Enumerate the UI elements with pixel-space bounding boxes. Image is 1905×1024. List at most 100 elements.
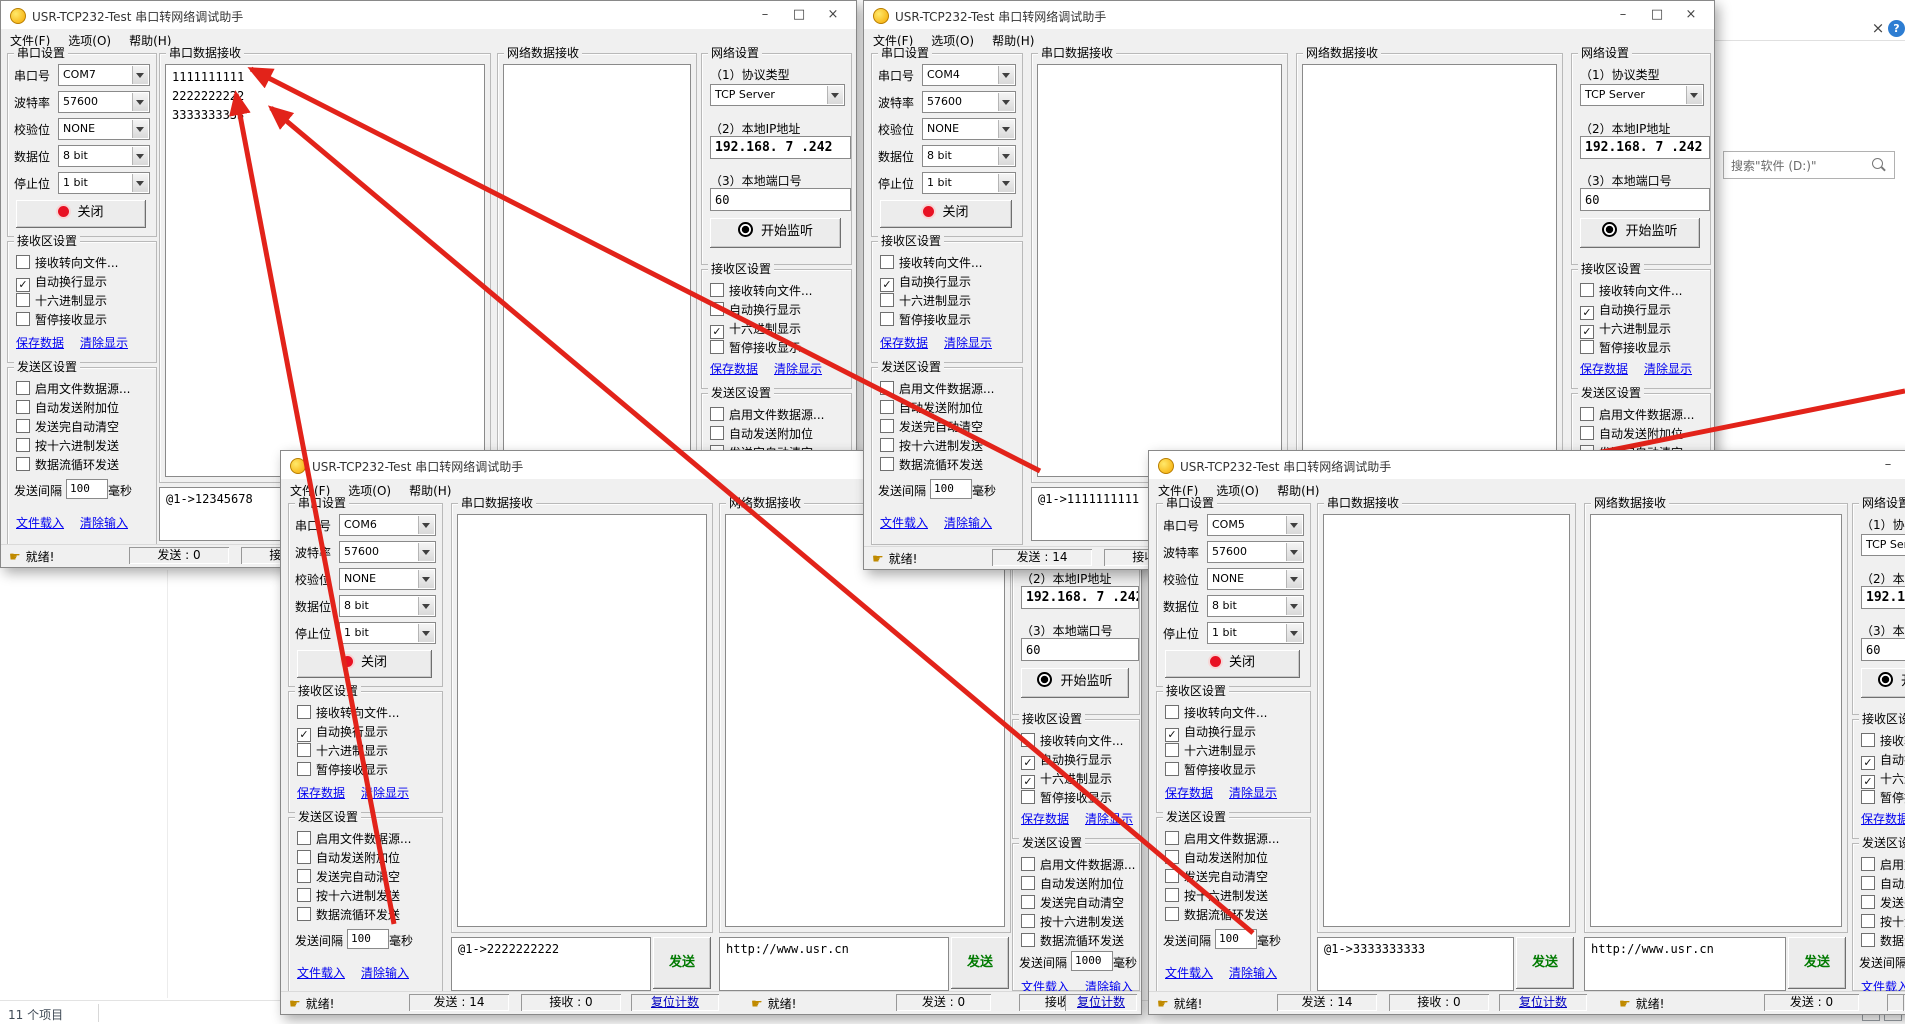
tx-option-3[interactable]: 按十六进制发送: [297, 887, 427, 903]
reset-count-link[interactable]: 复位计数: [631, 994, 719, 1011]
explorer-search-input[interactable]: 搜索"软件 (D:)": [1723, 151, 1895, 179]
rx-option-3[interactable]: 暂停接收显示: [297, 761, 427, 777]
chevron-down-icon[interactable]: [418, 570, 434, 588]
menu-options[interactable]: 选项(O): [59, 29, 120, 49]
net-rx-option-0[interactable]: 接收转向文件...: [1861, 732, 1905, 748]
chevron-down-icon[interactable]: [418, 516, 434, 534]
send-interval-input[interactable]: 100: [930, 479, 972, 499]
local-ip-input[interactable]: 192.168. 7 .242: [1861, 586, 1905, 609]
local-port-input[interactable]: 60: [710, 188, 851, 211]
tx-option-1[interactable]: 自动发送附加位: [297, 849, 427, 865]
clear-display-link[interactable]: 清除显示: [1229, 784, 1299, 799]
tx-option-1[interactable]: 自动发送附加位: [16, 399, 146, 415]
net-rx-option-3[interactable]: 暂停接收显示: [1580, 339, 1710, 355]
send-button[interactable]: 发送: [653, 937, 711, 989]
titlebar[interactable]: USR-TCP232-Test 串口转网络调试助手–□×: [864, 1, 1714, 29]
stop-bits-select[interactable]: 1 bit: [339, 622, 436, 644]
close-port-button[interactable]: 关闭: [1165, 650, 1300, 678]
network-receive-area[interactable]: [1590, 514, 1842, 927]
network-receive-area[interactable]: [1302, 64, 1557, 477]
checkbox[interactable]: [1165, 743, 1179, 757]
tx-option-3[interactable]: 按十六进制发送: [880, 437, 1010, 453]
checkbox[interactable]: ✓: [1861, 775, 1875, 789]
checkbox[interactable]: [16, 457, 30, 471]
checkbox[interactable]: [1165, 888, 1179, 902]
save-data-link[interactable]: 保存数据: [1021, 810, 1091, 825]
rx-option-1[interactable]: ✓自动换行显示: [1165, 723, 1295, 739]
save-data-link[interactable]: 保存数据: [297, 784, 367, 799]
checkbox[interactable]: [1165, 907, 1179, 921]
close-port-button[interactable]: 关闭: [880, 200, 1012, 228]
net-rx-option-1[interactable]: 自动换行显示: [710, 301, 840, 317]
tx-option-1[interactable]: 自动发送附加位: [1165, 849, 1295, 865]
net-tx-option-4[interactable]: 数据流循环发送: [1021, 932, 1142, 948]
start-listen-button[interactable]: 开始监听: [710, 218, 841, 248]
checkbox[interactable]: ✓: [1580, 325, 1594, 339]
menu-help[interactable]: 帮助(H): [983, 29, 1043, 49]
start-listen-button[interactable]: 开始监听: [1580, 218, 1700, 248]
send-button[interactable]: 发送: [1788, 937, 1846, 989]
rx-option-2[interactable]: 十六进制显示: [1165, 742, 1295, 758]
rx-option-2[interactable]: 十六进制显示: [880, 292, 1010, 308]
net-tx-option-2[interactable]: 发送完自动清空: [1021, 894, 1142, 910]
network-receive-area[interactable]: [503, 64, 691, 477]
chevron-down-icon[interactable]: [132, 93, 148, 111]
parity-select[interactable]: NONE: [58, 118, 150, 140]
start-listen-button[interactable]: 开始监听: [1861, 668, 1905, 698]
net-tx-option-2[interactable]: 发送完自动清空: [1861, 894, 1905, 910]
chevron-down-icon[interactable]: [132, 120, 148, 138]
checkbox[interactable]: [1021, 895, 1035, 909]
checkbox[interactable]: ✓: [1165, 728, 1179, 742]
checkbox[interactable]: [16, 400, 30, 414]
tx-option-0[interactable]: 启用文件数据源...: [297, 830, 427, 846]
protocol-select[interactable]: TCP Server: [1580, 84, 1704, 106]
checkbox[interactable]: ✓: [710, 325, 724, 339]
help-icon[interactable]: ?: [1888, 20, 1905, 37]
checkbox[interactable]: [297, 705, 311, 719]
checkbox[interactable]: [1021, 914, 1035, 928]
close-port-button[interactable]: 关闭: [297, 650, 432, 678]
file-load-link[interactable]: 文件载入: [880, 514, 950, 529]
checkbox[interactable]: [1861, 933, 1875, 947]
checkbox[interactable]: [880, 381, 894, 395]
chevron-down-icon[interactable]: [1286, 543, 1302, 561]
checkbox[interactable]: [297, 888, 311, 902]
checkbox[interactable]: [1165, 762, 1179, 776]
file-load-link[interactable]: 文件载入: [1165, 964, 1235, 979]
checkbox[interactable]: [880, 419, 894, 433]
net-rx-option-1[interactable]: ✓自动换行显示: [1861, 751, 1905, 767]
checkbox[interactable]: [880, 312, 894, 326]
com-port-select[interactable]: COM7: [58, 64, 150, 86]
send-interval-input[interactable]: 1000: [1071, 951, 1113, 971]
rx-option-0[interactable]: 接收转向文件...: [16, 254, 146, 270]
com-port-select[interactable]: COM5: [1207, 514, 1304, 536]
clear-display-link[interactable]: 清除显示: [1644, 360, 1714, 375]
net-tx-option-1[interactable]: 自动发送附加位: [1580, 425, 1710, 441]
net-tx-option-1[interactable]: 自动发送附加位: [1861, 875, 1905, 891]
chevron-down-icon[interactable]: [1286, 624, 1302, 642]
titlebar[interactable]: USR-TCP232-Test 串口转网络调试助手–□×: [1149, 451, 1905, 479]
network-send-input[interactable]: http://www.usr.cn: [1584, 937, 1786, 991]
clear-input-link[interactable]: 清除输入: [1229, 964, 1299, 979]
net-tx-option-0[interactable]: 启用文件数据源...: [1021, 856, 1142, 872]
checkbox[interactable]: [1861, 914, 1875, 928]
tx-option-2[interactable]: 发送完自动清空: [1165, 868, 1295, 884]
local-port-input[interactable]: 60: [1861, 638, 1905, 661]
baud-rate-select[interactable]: 57600: [922, 91, 1016, 113]
baud-rate-select[interactable]: 57600: [1207, 541, 1304, 563]
checkbox[interactable]: [297, 762, 311, 776]
checkbox[interactable]: [1165, 705, 1179, 719]
maximize-button[interactable]: □: [1640, 1, 1674, 29]
chevron-down-icon[interactable]: [132, 147, 148, 165]
close-window-button[interactable]: ×: [1674, 1, 1708, 29]
stop-bits-select[interactable]: 1 bit: [58, 172, 150, 194]
baud-rate-select[interactable]: 57600: [58, 91, 150, 113]
rx-option-3[interactable]: 暂停接收显示: [16, 311, 146, 327]
save-data-link[interactable]: 保存数据: [1580, 360, 1650, 375]
checkbox[interactable]: [16, 381, 30, 395]
checkbox[interactable]: [16, 293, 30, 307]
checkbox[interactable]: [880, 438, 894, 452]
clear-input-link[interactable]: 清除输入: [361, 964, 431, 979]
chevron-down-icon[interactable]: [418, 624, 434, 642]
stop-bits-select[interactable]: 1 bit: [922, 172, 1016, 194]
